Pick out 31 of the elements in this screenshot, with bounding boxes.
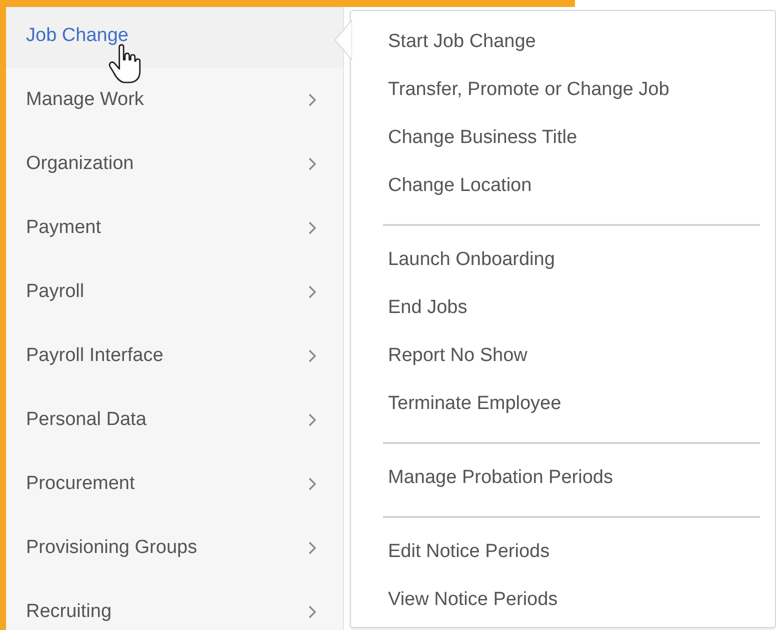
- submenu-item[interactable]: Report No Show: [351, 332, 775, 380]
- submenu-item[interactable]: Manage Probation Periods: [351, 454, 775, 502]
- submenu-item[interactable]: Start Job Change: [351, 18, 775, 66]
- chevron-right-icon: [308, 605, 317, 619]
- nav-menu-item[interactable]: Payroll: [6, 260, 343, 324]
- chevron-right-icon: [308, 93, 317, 107]
- nav-menu-item[interactable]: Recruiting: [6, 580, 343, 630]
- submenu-item[interactable]: Transfer, Promote or Change Job: [351, 66, 775, 114]
- submenu-item[interactable]: Launch Onboarding: [351, 236, 775, 284]
- submenu-item[interactable]: Edit Notice Periods: [351, 528, 775, 576]
- submenu-item[interactable]: View Notice Periods: [351, 576, 775, 624]
- chevron-right-icon: [308, 285, 317, 299]
- chevron-right-icon: [308, 157, 317, 171]
- chevron-right-icon: [308, 541, 317, 555]
- nav-menu-item[interactable]: Job Change: [6, 4, 343, 68]
- hand-cursor-icon: [108, 44, 142, 84]
- submenu-item[interactable]: End Jobs: [351, 284, 775, 332]
- submenu-item[interactable]: Change Location: [351, 162, 775, 210]
- submenu-item[interactable]: Terminate Employee: [351, 380, 775, 428]
- chevron-right-icon: [308, 477, 317, 491]
- chevron-right-icon: [308, 349, 317, 363]
- nav-menu-item[interactable]: Procurement: [6, 452, 343, 516]
- chevron-right-icon: [308, 413, 317, 427]
- submenu-item[interactable]: Change Business Title: [351, 114, 775, 162]
- nav-menu-item[interactable]: Payroll Interface: [6, 324, 343, 388]
- nav-menu-item[interactable]: Personal Data: [6, 388, 343, 452]
- nav-menu-item[interactable]: Provisioning Groups: [6, 516, 343, 580]
- chevron-right-icon: [308, 221, 317, 235]
- nav-menu-item[interactable]: Manage Work: [6, 68, 343, 132]
- nav-menu-item[interactable]: Payment: [6, 196, 343, 260]
- nav-menu-item[interactable]: Organization: [6, 132, 343, 196]
